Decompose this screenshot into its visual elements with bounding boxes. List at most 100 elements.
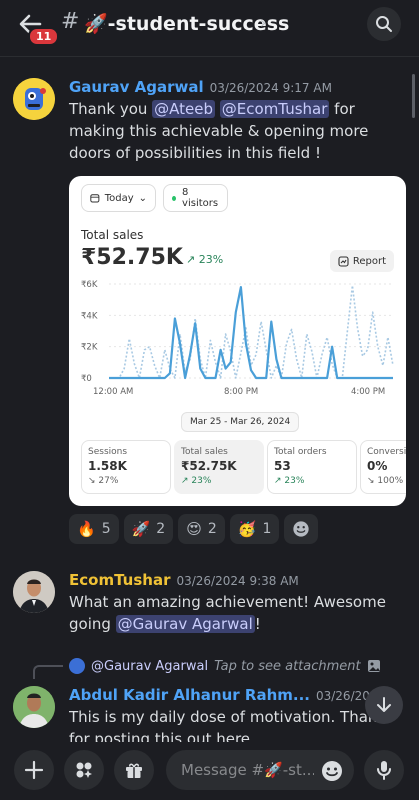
comparison-series-line: [109, 284, 394, 379]
party-face-emoji-icon: 🥳: [237, 520, 257, 538]
y-tick-label: ₹2K: [81, 343, 98, 353]
search-icon: [376, 16, 392, 32]
live-dot-icon: [172, 195, 177, 201]
stat-label: Total sales: [181, 447, 228, 457]
text-segment: Thank you: [69, 100, 153, 118]
sparkle-apps-icon: [76, 762, 92, 778]
x-tick-label: 12:00 AM: [93, 387, 133, 397]
stat-label: Total orders: [274, 447, 327, 457]
robot-avatar-icon: [13, 78, 55, 120]
mention[interactable]: @Gaurav Agarwal: [115, 615, 255, 633]
sales-line-chart: ₹6K ₹4K ₹2K ₹0 12:00 AM 8:00 PM 4:00 PM: [81, 280, 394, 397]
author-name[interactable]: Abdul Kadir Alhanur Rahm...: [69, 686, 310, 704]
y-tick-label: ₹0: [81, 374, 92, 384]
add-attachment-button[interactable]: [14, 750, 54, 790]
voice-message-button[interactable]: [364, 750, 404, 790]
search-button[interactable]: [367, 7, 401, 41]
total-sales-label: Total sales: [81, 228, 144, 242]
stat-value: 1.58K: [88, 459, 127, 473]
user-photo-icon: [13, 571, 55, 613]
message-author[interactable]: EcomTushar 03/26/2024 9:38 AM: [69, 571, 299, 589]
avatar[interactable]: [13, 571, 55, 613]
text-segment: !: [254, 615, 261, 633]
stat-card: Conversion 0% ↘ 100%: [360, 440, 406, 494]
message-text: What an amazing achievement! Awesome goi…: [69, 591, 399, 635]
avatar[interactable]: [13, 78, 55, 120]
header-divider: [0, 56, 419, 57]
user-photo-icon: [13, 686, 55, 728]
calendar-icon: [90, 194, 100, 203]
reaction-fire[interactable]: 🔥 5: [69, 514, 119, 544]
current-series-line: [109, 286, 393, 380]
reactions-row: 🔥 5 🚀 2 😍 2 🥳 1: [69, 514, 319, 544]
stat-card: Total sales ₹52.75K ↗ 23%: [174, 440, 264, 494]
composer-bar: [0, 742, 419, 800]
reaction-count: 5: [101, 521, 111, 537]
author-name[interactable]: Gaurav Agarwal: [69, 78, 204, 96]
mention[interactable]: @Ateeb: [152, 100, 216, 118]
report-label: Report: [352, 255, 386, 267]
reaction-party[interactable]: 🥳 1: [229, 514, 280, 544]
image-icon: [367, 660, 380, 672]
emoji-picker-icon[interactable]: [320, 759, 344, 783]
gift-button[interactable]: [114, 750, 154, 790]
add-reaction-button[interactable]: [284, 514, 319, 544]
arrow-down-icon: [377, 697, 391, 712]
reply-reference[interactable]: @Gaurav Agarwal Tap to see attachment: [69, 658, 381, 674]
scrollbar[interactable]: [412, 74, 415, 118]
plus-icon: [24, 760, 44, 780]
comparison-date-range: Mar 25 - Mar 26, 2024: [181, 412, 300, 432]
message-author[interactable]: Abdul Kadir Alhanur Rahm... 03/26/2024 1: [69, 686, 397, 704]
message-timestamp: 03/26/2024 9:38 AM: [176, 574, 299, 588]
smiley-add-icon: [293, 521, 310, 537]
y-tick-label: ₹4K: [81, 311, 98, 321]
stat-delta: ↘ 100%: [367, 476, 404, 486]
jump-to-bottom-button[interactable]: [365, 686, 403, 724]
reaction-heart-eyes[interactable]: 😍 2: [178, 514, 225, 544]
reaction-count: 2: [156, 521, 166, 537]
stat-value: ₹52.75K: [181, 459, 237, 473]
mention[interactable]: @EcomTushar: [219, 100, 330, 118]
reply-avatar: [69, 658, 85, 674]
reaction-count: 1: [262, 521, 272, 537]
image-attachment[interactable]: Today ⌄ 8 visitors Total sales ₹52.75K ↗…: [69, 176, 406, 506]
reaction-count: 2: [207, 521, 217, 537]
chevron-right-icon[interactable]: ›: [260, 13, 266, 32]
author-name[interactable]: EcomTushar: [69, 571, 170, 589]
channel-header: 11 # 🚀-student-success ›: [0, 0, 419, 48]
stat-delta: ↗ 23%: [181, 476, 212, 486]
range-label: Today: [104, 192, 134, 204]
message-text: Thank you @Ateeb @EcomTushar for making …: [69, 98, 399, 164]
rocket-emoji-icon: 🚀: [131, 520, 151, 538]
stat-label: Sessions: [88, 447, 128, 457]
x-tick-label: 8:00 PM: [224, 387, 258, 397]
avatar[interactable]: [13, 686, 55, 728]
fire-emoji-icon: 🔥: [77, 520, 96, 538]
stat-delta: ↗ 23%: [274, 476, 305, 486]
visitors-label: 8 visitors: [182, 187, 219, 209]
heart-eyes-emoji-icon: 😍: [186, 520, 202, 538]
reply-author[interactable]: @Gaurav Agarwal: [91, 659, 208, 674]
message-author[interactable]: Gaurav Agarwal 03/26/2024 9:17 AM: [69, 78, 332, 96]
reaction-rocket[interactable]: 🚀 2: [123, 514, 174, 544]
channel-title[interactable]: 🚀-student-success: [84, 12, 289, 35]
total-sales-change: ↗ 23%: [186, 253, 224, 266]
hash-icon: #: [61, 9, 80, 34]
visitors-pill: 8 visitors: [163, 184, 228, 212]
x-tick-label: 4:00 PM: [351, 387, 385, 397]
stat-card: Sessions 1.58K ↘ 27%: [81, 440, 171, 494]
gift-icon: [126, 763, 142, 778]
microphone-icon: [377, 761, 391, 780]
apps-button[interactable]: [64, 750, 104, 790]
y-tick-label: ₹6K: [81, 280, 98, 290]
stat-label: Conversion: [367, 447, 406, 457]
stat-value: 0%: [367, 459, 388, 473]
stat-card: Total orders 53 ↗ 23%: [267, 440, 357, 494]
message-timestamp: 03/26/2024 9:17 AM: [209, 81, 332, 95]
stat-delta: ↘ 27%: [88, 476, 119, 486]
message-text: This is my daily dose of motivation. Tha…: [69, 708, 394, 742]
date-range-selector: Today ⌄: [81, 184, 156, 212]
reply-hint: Tap to see attachment: [214, 658, 361, 674]
unread-badge: 11: [28, 27, 60, 46]
reply-connector: [33, 665, 63, 679]
